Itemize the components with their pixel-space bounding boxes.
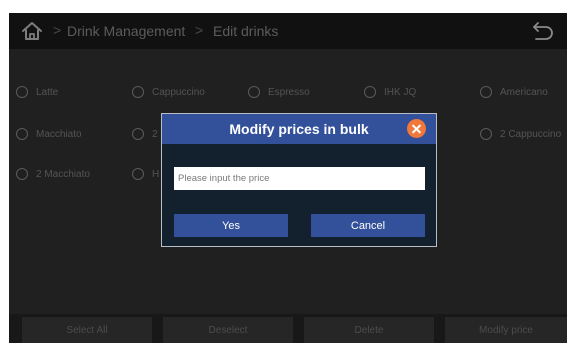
radio-button[interactable] bbox=[248, 86, 260, 98]
drink-option-ihk-jq[interactable]: IHK JQ bbox=[364, 86, 416, 98]
radio-button[interactable] bbox=[132, 128, 144, 140]
modify-prices-dialog: Modify prices in bulk Yes Cancel bbox=[161, 113, 437, 247]
home-icon[interactable] bbox=[21, 21, 43, 41]
radio-button[interactable] bbox=[480, 128, 492, 140]
breadcrumb-separator: > bbox=[53, 22, 62, 38]
yes-button[interactable]: Yes bbox=[174, 214, 288, 237]
delete-button[interactable]: Delete bbox=[304, 317, 434, 343]
breadcrumb-separator: > bbox=[195, 22, 204, 38]
drink-option-2-cappuccino[interactable]: 2 Cappuccino bbox=[480, 128, 561, 140]
modify-price-button[interactable]: Modify price bbox=[445, 317, 567, 343]
drink-label: IHK JQ bbox=[384, 86, 417, 98]
drink-option-latte[interactable]: Latte bbox=[16, 86, 58, 98]
breadcrumb-drink-management[interactable]: Drink Management bbox=[67, 23, 185, 39]
select-all-button[interactable]: Select All bbox=[22, 317, 152, 343]
radio-button[interactable] bbox=[16, 86, 28, 98]
drink-label: Macchiato bbox=[36, 128, 82, 140]
bottom-action-bar: Select All Deselect Delete Modify price bbox=[9, 314, 567, 343]
drink-option-macchiato[interactable]: Macchiato bbox=[16, 128, 82, 140]
drink-option-cappuccino[interactable]: Cappuccino bbox=[132, 86, 205, 98]
drink-option-h[interactable]: H bbox=[132, 168, 159, 180]
drink-option-2[interactable]: 2 bbox=[132, 128, 158, 140]
drink-label: Cappuccino bbox=[152, 86, 205, 98]
radio-button[interactable] bbox=[364, 86, 376, 98]
drink-label: 2 Cappuccino bbox=[500, 128, 562, 140]
drink-label: 2 bbox=[152, 128, 158, 140]
breadcrumb-edit-drinks: Edit drinks bbox=[213, 23, 279, 39]
drink-option-espresso[interactable]: Espresso bbox=[248, 86, 310, 98]
dialog-title: Modify prices in bulk bbox=[229, 121, 369, 137]
drink-label: H bbox=[152, 168, 160, 180]
radio-button[interactable] bbox=[16, 128, 28, 140]
price-input[interactable] bbox=[174, 167, 425, 190]
drink-label: Latte bbox=[36, 86, 59, 98]
radio-button[interactable] bbox=[132, 168, 144, 180]
back-icon[interactable] bbox=[531, 20, 555, 42]
radio-button[interactable] bbox=[16, 168, 28, 180]
top-bar: > Drink Management > Edit drinks bbox=[9, 13, 567, 49]
drink-label: Americano bbox=[500, 86, 548, 98]
dialog-header: Modify prices in bulk bbox=[162, 114, 436, 144]
deselect-button[interactable]: Deselect bbox=[163, 317, 293, 343]
drink-option-2-macchiato[interactable]: 2 Macchiato bbox=[16, 168, 90, 180]
radio-button[interactable] bbox=[480, 86, 492, 98]
cancel-button[interactable]: Cancel bbox=[311, 214, 425, 237]
drink-option-americano[interactable]: Americano bbox=[480, 86, 548, 98]
radio-button[interactable] bbox=[132, 86, 144, 98]
drink-label: Espresso bbox=[268, 86, 310, 98]
drink-label: 2 Macchiato bbox=[36, 168, 90, 180]
close-icon[interactable] bbox=[407, 119, 426, 138]
